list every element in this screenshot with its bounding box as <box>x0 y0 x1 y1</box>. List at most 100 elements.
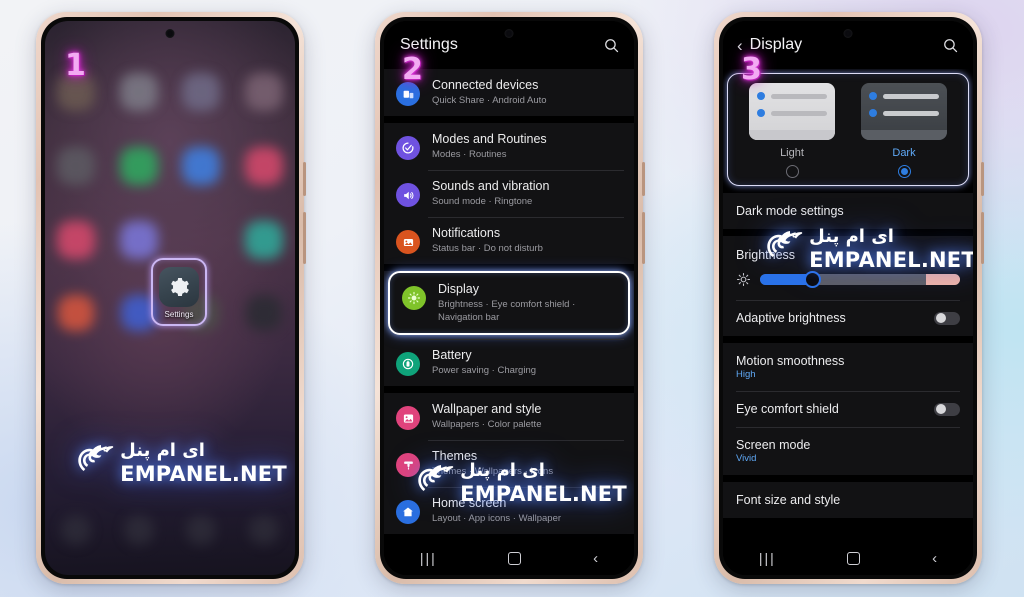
app-icon <box>182 73 221 111</box>
item-text: Sounds and vibration Sound mode · Ringto… <box>432 179 622 208</box>
brightness-group: Brightness Adaptive brightness <box>723 236 973 336</box>
app-cell[interactable] <box>45 221 108 259</box>
dark-label: Dark <box>892 147 916 159</box>
settings-item-sounds-and-vibration[interactable]: Sounds and vibration Sound mode · Ringto… <box>384 170 634 217</box>
app-cell[interactable] <box>233 221 296 259</box>
app-cell[interactable] <box>108 147 171 185</box>
row-adaptive-brightness[interactable]: Adaptive brightness <box>723 300 973 336</box>
settings-item-wallpaper-and-style[interactable]: Wallpaper and style Wallpapers · Color p… <box>384 393 634 440</box>
battery-icon <box>396 352 420 376</box>
back-icon[interactable]: ‹ <box>593 550 598 567</box>
app-icon <box>58 295 95 331</box>
app-icon <box>119 221 158 259</box>
row-dark-mode-settings[interactable]: Dark mode settings <box>723 193 973 229</box>
front-camera <box>165 29 175 38</box>
app-cell[interactable] <box>233 295 296 331</box>
settings-item-notifications[interactable]: Notifications Status bar · Do not distur… <box>384 217 634 264</box>
home-icon[interactable] <box>847 551 861 565</box>
app-cell[interactable] <box>170 73 233 111</box>
item-title: Sounds and vibration <box>432 179 550 193</box>
phone2-volume-button[interactable] <box>642 162 645 196</box>
back-chevron-icon[interactable]: ‹ <box>737 37 743 54</box>
step-badge-2: 2 <box>402 52 423 87</box>
item-text: Wallpaper and style Wallpapers · Color p… <box>432 402 622 431</box>
app-cell[interactable] <box>108 73 171 111</box>
settings-item-display[interactable]: Display Brightness · Eye comfort shield … <box>388 271 630 335</box>
row-title: Dark mode settings <box>736 204 844 218</box>
dark-theme-preview <box>861 83 947 140</box>
app-icon <box>244 73 283 111</box>
app-cell[interactable] <box>45 147 108 185</box>
recent-apps-icon[interactable]: ||| <box>759 550 776 566</box>
row-motion-smoothness[interactable]: Motion smoothness High <box>723 343 973 391</box>
phone2-screen: Settings Connected devices Quick Share ·… <box>384 21 634 575</box>
phone2-power-button[interactable] <box>642 212 645 264</box>
item-title: Battery <box>432 348 472 362</box>
dock-icon <box>248 515 279 545</box>
app-icon <box>245 295 282 331</box>
theme-mode-selector[interactable]: Light Dark <box>727 73 969 186</box>
search-icon[interactable] <box>603 37 620 54</box>
home-screen-icon <box>396 500 420 524</box>
app-cell[interactable] <box>233 73 296 111</box>
app-cell[interactable] <box>45 295 108 331</box>
item-text: Themes Themes · Wallpapers · Icons <box>432 449 622 478</box>
recent-apps-icon[interactable]: ||| <box>420 550 437 566</box>
navigation-bar: ||| ‹ <box>384 541 634 575</box>
adaptive-brightness-toggle[interactable] <box>934 311 960 325</box>
item-title: Home screen <box>432 496 507 510</box>
row-title: Motion smoothness <box>736 354 845 368</box>
row-title: Adaptive brightness <box>736 311 846 325</box>
dark-radio[interactable] <box>897 165 911 178</box>
slider-knob[interactable] <box>804 271 821 288</box>
theme-option-dark[interactable]: Dark <box>848 83 960 178</box>
settings-app-highlight[interactable]: Settings <box>151 258 207 326</box>
app-cell[interactable] <box>170 147 233 185</box>
settings-item-battery[interactable]: Battery Power saving · Charging <box>384 339 634 386</box>
home-icon[interactable] <box>508 551 522 565</box>
settings-scroll-area[interactable]: Connected devices Quick Share · Android … <box>384 69 634 555</box>
row-screen-mode[interactable]: Screen mode Vivid <box>723 427 973 475</box>
phone1-volume-button[interactable] <box>303 162 306 196</box>
row-subtitle: Vivid <box>736 453 757 464</box>
row-brightness: Brightness <box>723 236 973 300</box>
dock-cell[interactable] <box>108 515 171 561</box>
phone3-power-button[interactable] <box>981 212 984 264</box>
dock-cell[interactable] <box>45 515 108 561</box>
settings-item-home-screen[interactable]: Home screen Layout · App icons · Wallpap… <box>384 487 634 534</box>
item-subtitle: Modes · Routines <box>432 149 507 160</box>
phone2-bezel: Settings Connected devices Quick Share ·… <box>380 17 638 579</box>
brightness-sun-icon <box>736 272 751 287</box>
phone3-volume-button[interactable] <box>981 162 984 196</box>
item-subtitle: Power saving · Charging <box>432 365 537 376</box>
app-cell[interactable] <box>170 221 233 259</box>
settings-item-themes[interactable]: Themes Themes · Wallpapers · Icons <box>384 440 634 487</box>
light-label: Light <box>780 147 804 159</box>
phone-3-display-settings: ‹ Display Light Dark Dark mode settings … <box>714 12 984 584</box>
dock-cell[interactable] <box>233 515 296 561</box>
dock-cell[interactable] <box>170 515 233 561</box>
row-eye-comfort-shield[interactable]: Eye comfort shield <box>723 391 973 427</box>
brightness-slider[interactable] <box>760 271 960 288</box>
eye-comfort-shield-toggle[interactable] <box>934 402 960 416</box>
item-subtitle: Status bar · Do not disturb <box>432 243 543 254</box>
dock-icon <box>61 515 92 545</box>
step-badge-1: 1 <box>65 48 86 83</box>
item-subtitle: Themes · Wallpapers · Icons <box>432 466 554 477</box>
sound-icon <box>396 183 420 207</box>
app-cell[interactable] <box>108 221 171 259</box>
front-camera <box>504 29 514 38</box>
row-font-size-and-style[interactable]: Font size and style <box>723 482 973 518</box>
app-cell[interactable] <box>233 147 296 185</box>
item-text: Notifications Status bar · Do not distur… <box>432 226 622 255</box>
search-icon[interactable] <box>942 37 959 54</box>
app-icon <box>57 147 96 185</box>
phone1-power-button[interactable] <box>303 212 306 264</box>
theme-option-light[interactable]: Light <box>736 83 848 178</box>
back-icon[interactable]: ‹ <box>932 550 937 567</box>
settings-item-modes-and-routines[interactable]: Modes and Routines Modes · Routines <box>384 123 634 170</box>
app-icon <box>119 147 158 185</box>
light-radio[interactable] <box>785 165 799 178</box>
step-badge-3: 3 <box>741 52 762 87</box>
item-text: Home screen Layout · App icons · Wallpap… <box>432 496 622 525</box>
